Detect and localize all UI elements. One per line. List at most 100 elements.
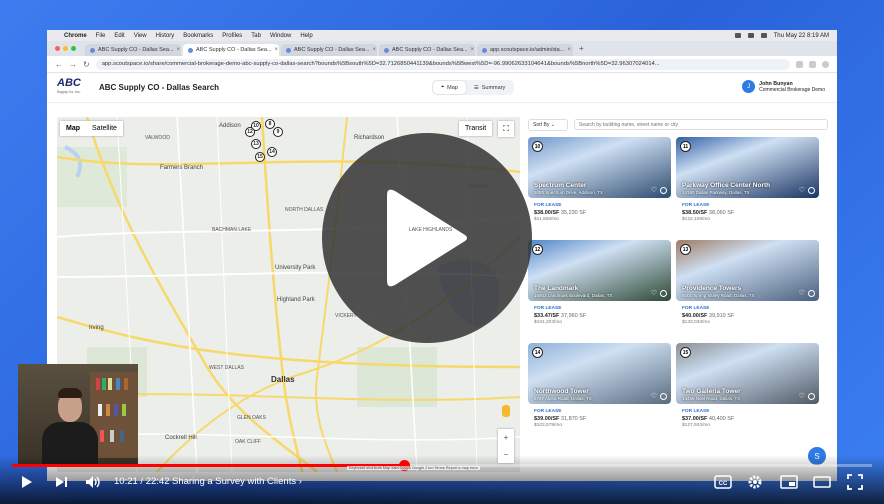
property-name: Two Galleria Tower	[682, 388, 741, 395]
chapter-title[interactable]: Sharing a Survey with Clients ›	[172, 476, 302, 487]
close-tab-icon[interactable]: ×	[275, 47, 279, 53]
captions-icon[interactable]: CC	[713, 473, 733, 491]
theater-mode-icon[interactable]	[812, 473, 832, 491]
zoom-out-button[interactable]: −	[504, 450, 509, 459]
listing-number-badge: 13	[680, 244, 691, 255]
miniplayer-icon[interactable]	[779, 473, 799, 491]
company-logo[interactable]: ABC Supply Co. Inc.	[57, 77, 89, 97]
property-photo[interactable]: 14 Northwood Tower 5757 Alpha Road, Dallas…	[528, 343, 671, 404]
map-pin-marker[interactable]: 15	[255, 152, 265, 162]
heart-icon[interactable]: ♡	[799, 289, 805, 297]
menubar-item[interactable]: Tab	[251, 33, 261, 39]
menubar-item[interactable]: Window	[270, 33, 291, 39]
browser-tab[interactable]: ABC Supply CO - Dallas Sea... ×	[281, 44, 377, 56]
menubar-item[interactable]: Profiles	[222, 33, 242, 39]
zoom-in-button[interactable]: +	[504, 433, 509, 442]
menubar-item[interactable]: Edit	[114, 33, 124, 39]
listing-card[interactable]: 10 Spectrum Center 5080 Spectrum Drive, Ad…	[528, 137, 671, 234]
heart-icon[interactable]: ♡	[799, 392, 805, 400]
reload-icon[interactable]: ↻	[83, 60, 90, 69]
listing-card[interactable]: 11 Parkway Office Center North 14180 Dalla…	[676, 137, 819, 234]
map-pin-marker[interactable]: 12	[245, 127, 255, 137]
property-name: Parkway Office Center North	[682, 182, 771, 189]
listing-card[interactable]: 12 The Landmark 16803 Landmark Boulevard, …	[528, 240, 671, 337]
window-controls[interactable]	[55, 46, 76, 51]
more-options-icon[interactable]	[808, 187, 815, 194]
property-photo[interactable]: 10 Spectrum Center 5080 Spectrum Drive, Ad…	[528, 137, 671, 198]
listing-card[interactable]: 15 Two Galleria Tower 13455 Noel Road, Dal…	[676, 343, 819, 440]
listing-card[interactable]: 14 Northwood Tower 5757 Alpha Road, Dallas…	[528, 343, 671, 440]
next-icon[interactable]	[52, 473, 70, 491]
monthly-rent: $11,506/mo	[534, 217, 559, 222]
volume-icon[interactable]	[84, 473, 102, 491]
browser-tab[interactable]: ABC Supply CO - Dallas Sea... ×	[379, 44, 475, 56]
close-tab-icon[interactable]: ×	[567, 47, 571, 53]
heart-icon[interactable]: ♡	[651, 392, 657, 400]
extension-icon[interactable]	[809, 60, 816, 68]
new-tab-button[interactable]: +	[575, 44, 588, 53]
play-icon[interactable]	[18, 473, 36, 491]
minimize-window-button[interactable]	[63, 46, 68, 51]
summary-view-button[interactable]: ☰ Summary	[466, 81, 513, 94]
property-photo[interactable]: 12 The Landmark 16803 Landmark Boulevard, …	[528, 240, 671, 301]
fullscreen-icon[interactable]	[846, 473, 864, 491]
forward-arrow-icon[interactable]: →	[69, 60, 77, 69]
play-button[interactable]	[322, 133, 532, 343]
svg-text:CC: CC	[719, 481, 728, 487]
menubar-item[interactable]: Chrome	[64, 33, 87, 39]
map-type-map[interactable]: Map	[60, 121, 86, 136]
back-arrow-icon[interactable]: ←	[55, 60, 63, 69]
battery-icon[interactable]	[747, 33, 754, 38]
menubar-item[interactable]: Help	[300, 33, 312, 39]
map-pin-marker[interactable]: 13	[251, 139, 261, 149]
search-icon[interactable]	[760, 33, 767, 38]
tab-bar: ABC Supply CO - Dallas Sea... × ABC Supply…	[47, 41, 837, 56]
property-name: Spectrum Center	[534, 182, 587, 189]
close-tab-icon[interactable]: ×	[177, 47, 181, 53]
heart-icon[interactable]: ♡	[799, 186, 805, 194]
sort-by-dropdown[interactable]: Sort By ⌄	[528, 118, 568, 131]
maximize-window-button[interactable]	[71, 46, 76, 51]
heart-icon[interactable]: ♡	[651, 186, 657, 194]
close-window-button[interactable]	[55, 46, 60, 51]
heart-icon[interactable]: ♡	[651, 289, 657, 297]
listing-card[interactable]: 13 Providence Towers 5001 Spring Valley Ro…	[676, 240, 819, 337]
transit-toggle[interactable]: Transit	[459, 121, 493, 136]
more-options-icon[interactable]	[660, 393, 667, 400]
map-pin-marker[interactable]: 9	[273, 127, 283, 137]
price-per-sf: $37.00/SF	[682, 416, 708, 422]
wifi-icon[interactable]	[734, 33, 741, 38]
map-view-button[interactable]: ⌖ Map	[433, 81, 466, 94]
browser-tab[interactable]: app.scoutspace.io/admin/sta... ×	[477, 44, 573, 56]
map-label: Highland Park	[277, 297, 315, 303]
map-label: Addison	[219, 123, 241, 129]
fullscreen-icon[interactable]: ⛶	[498, 121, 514, 137]
more-options-icon[interactable]	[808, 290, 815, 297]
street-view-pegman-icon[interactable]	[502, 405, 510, 417]
menubar-item[interactable]: History	[156, 33, 175, 39]
property-photo[interactable]: 11 Parkway Office Center North 14180 Dalla…	[676, 137, 819, 198]
map-pin-marker[interactable]: 14	[267, 147, 277, 157]
browser-tab[interactable]: ABC Supply CO - Dallas Sea... ×	[85, 44, 181, 56]
more-options-icon[interactable]	[808, 393, 815, 400]
presenter-webcam	[18, 364, 138, 464]
more-options-icon[interactable]	[660, 290, 667, 297]
menubar-item[interactable]: Bookmarks	[183, 33, 213, 39]
close-tab-icon[interactable]: ×	[373, 47, 377, 53]
close-tab-icon[interactable]: ×	[471, 47, 475, 53]
menubar-item[interactable]: File	[96, 33, 106, 39]
map-type-satellite[interactable]: Satellite	[86, 121, 123, 136]
property-photo[interactable]: 15 Two Galleria Tower 13455 Noel Road, Dal…	[676, 343, 819, 404]
settings-gear-icon[interactable]	[746, 473, 764, 491]
more-options-icon[interactable]	[660, 187, 667, 194]
url-field[interactable]: app.scoutspace.io/share/commercial-broke…	[95, 58, 790, 70]
profile-icon[interactable]	[822, 60, 829, 68]
user-profile[interactable]: J John Bunyan Commercial Brokerage Demo	[742, 80, 825, 93]
extension-icon[interactable]	[796, 60, 803, 68]
favicon-icon	[90, 47, 95, 53]
avatar: J	[742, 80, 756, 93]
browser-tab[interactable]: ABC Supply CO - Dallas Sea... ×	[183, 44, 279, 56]
property-photo[interactable]: 13 Providence Towers 5001 Spring Valley Ro…	[676, 240, 819, 301]
search-input[interactable]	[574, 119, 828, 130]
menubar-item[interactable]: View	[134, 33, 147, 39]
